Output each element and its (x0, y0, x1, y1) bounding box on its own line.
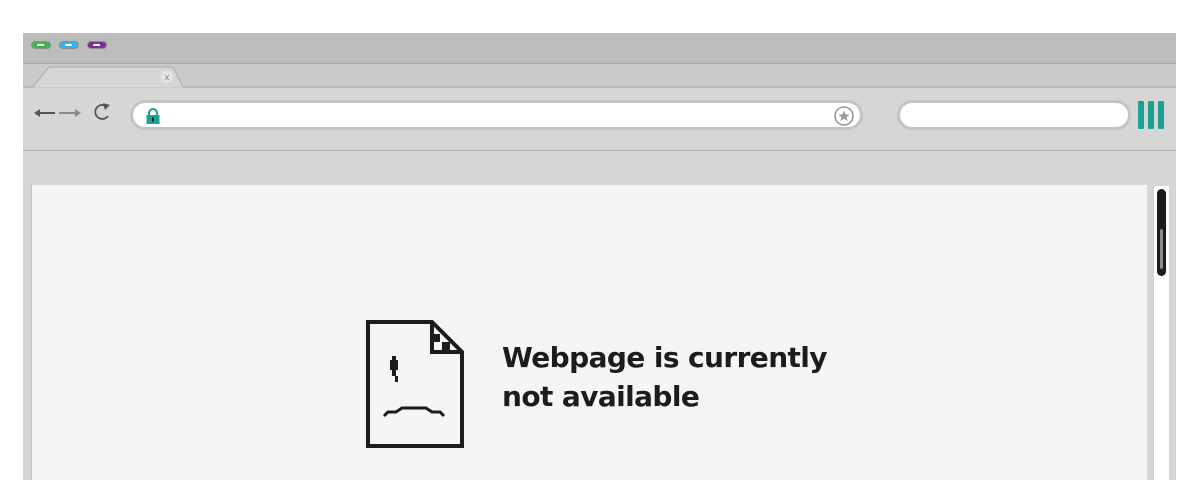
forward-arrow-icon[interactable] (58, 103, 82, 123)
error-message: Webpage is currently not available (502, 338, 882, 416)
menu-icon[interactable] (1138, 101, 1166, 129)
back-arrow-icon[interactable] (33, 103, 57, 123)
address-bar[interactable] (130, 100, 863, 130)
scrollbar-thumb[interactable] (1157, 189, 1166, 276)
error-line-2: not available (502, 380, 700, 413)
tab-strip: x (23, 63, 1176, 89)
error-line-1: Webpage is currently (502, 341, 828, 374)
lock-icon (146, 108, 160, 124)
browser-window: x Webpage is currently not available (23, 33, 1176, 480)
toolbar (23, 88, 1176, 151)
scrollbar[interactable] (1153, 186, 1169, 480)
page-content: Webpage is currently not available (31, 185, 1147, 480)
search-box[interactable] (897, 100, 1131, 130)
title-bar (23, 33, 1176, 63)
window-control-purple[interactable] (87, 41, 107, 49)
tab-close-button[interactable]: x (161, 71, 173, 83)
reload-icon[interactable] (91, 101, 113, 121)
sad-page-icon (366, 320, 464, 448)
window-control-blue[interactable] (59, 41, 79, 49)
bookmark-star-icon[interactable] (834, 106, 854, 126)
window-control-green[interactable] (31, 41, 51, 49)
tab-outline (23, 66, 1176, 88)
